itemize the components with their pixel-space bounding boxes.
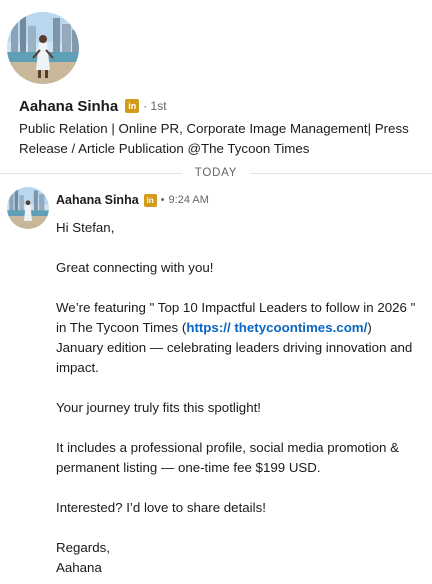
profile-avatar[interactable] <box>7 12 79 84</box>
message-body: Hi Stefan, Great connecting with you! We… <box>56 218 416 578</box>
message-header: Aahana Sinha in • 9:24 AM <box>56 191 209 209</box>
linkedin-premium-icon: in <box>125 99 140 113</box>
sender-name[interactable]: Aahana Sinha <box>56 193 139 207</box>
message-closing: Regards, <box>56 540 110 555</box>
message-paragraph: It includes a professional profile, soci… <box>56 440 399 475</box>
message-greeting: Hi Stefan, <box>56 220 115 235</box>
conversation-pane: Aahana Sinha in · 1st Public Relation | … <box>0 0 432 584</box>
profile-name[interactable]: Aahana Sinha <box>19 98 118 115</box>
profile-headline: Public Relation | Online PR, Corporate I… <box>19 121 409 156</box>
date-divider-label: TODAY <box>182 166 250 180</box>
message-paragraph: We’re featuring " Top 10 Impactful Leade… <box>56 298 416 378</box>
message-signature: Aahana <box>56 560 102 575</box>
profile-name-row: Aahana Sinha in · 1st <box>19 95 167 117</box>
sender-avatar[interactable] <box>7 187 49 229</box>
sender-photo <box>7 187 49 229</box>
message-line: Interested? I’d love to share details! <box>56 500 266 515</box>
linkedin-premium-icon: in <box>143 193 157 207</box>
connection-degree: · 1st <box>143 99 167 113</box>
message-line: Great connecting with you! <box>56 260 214 275</box>
tycoon-times-link[interactable]: https:// thetycoontimes.com/ <box>186 320 367 335</box>
message-line: Your journey truly fits this spotlight! <box>56 400 261 415</box>
message-timestamp: 9:24 AM <box>168 194 209 206</box>
header-separator: • <box>160 194 165 206</box>
profile-photo <box>7 12 79 84</box>
